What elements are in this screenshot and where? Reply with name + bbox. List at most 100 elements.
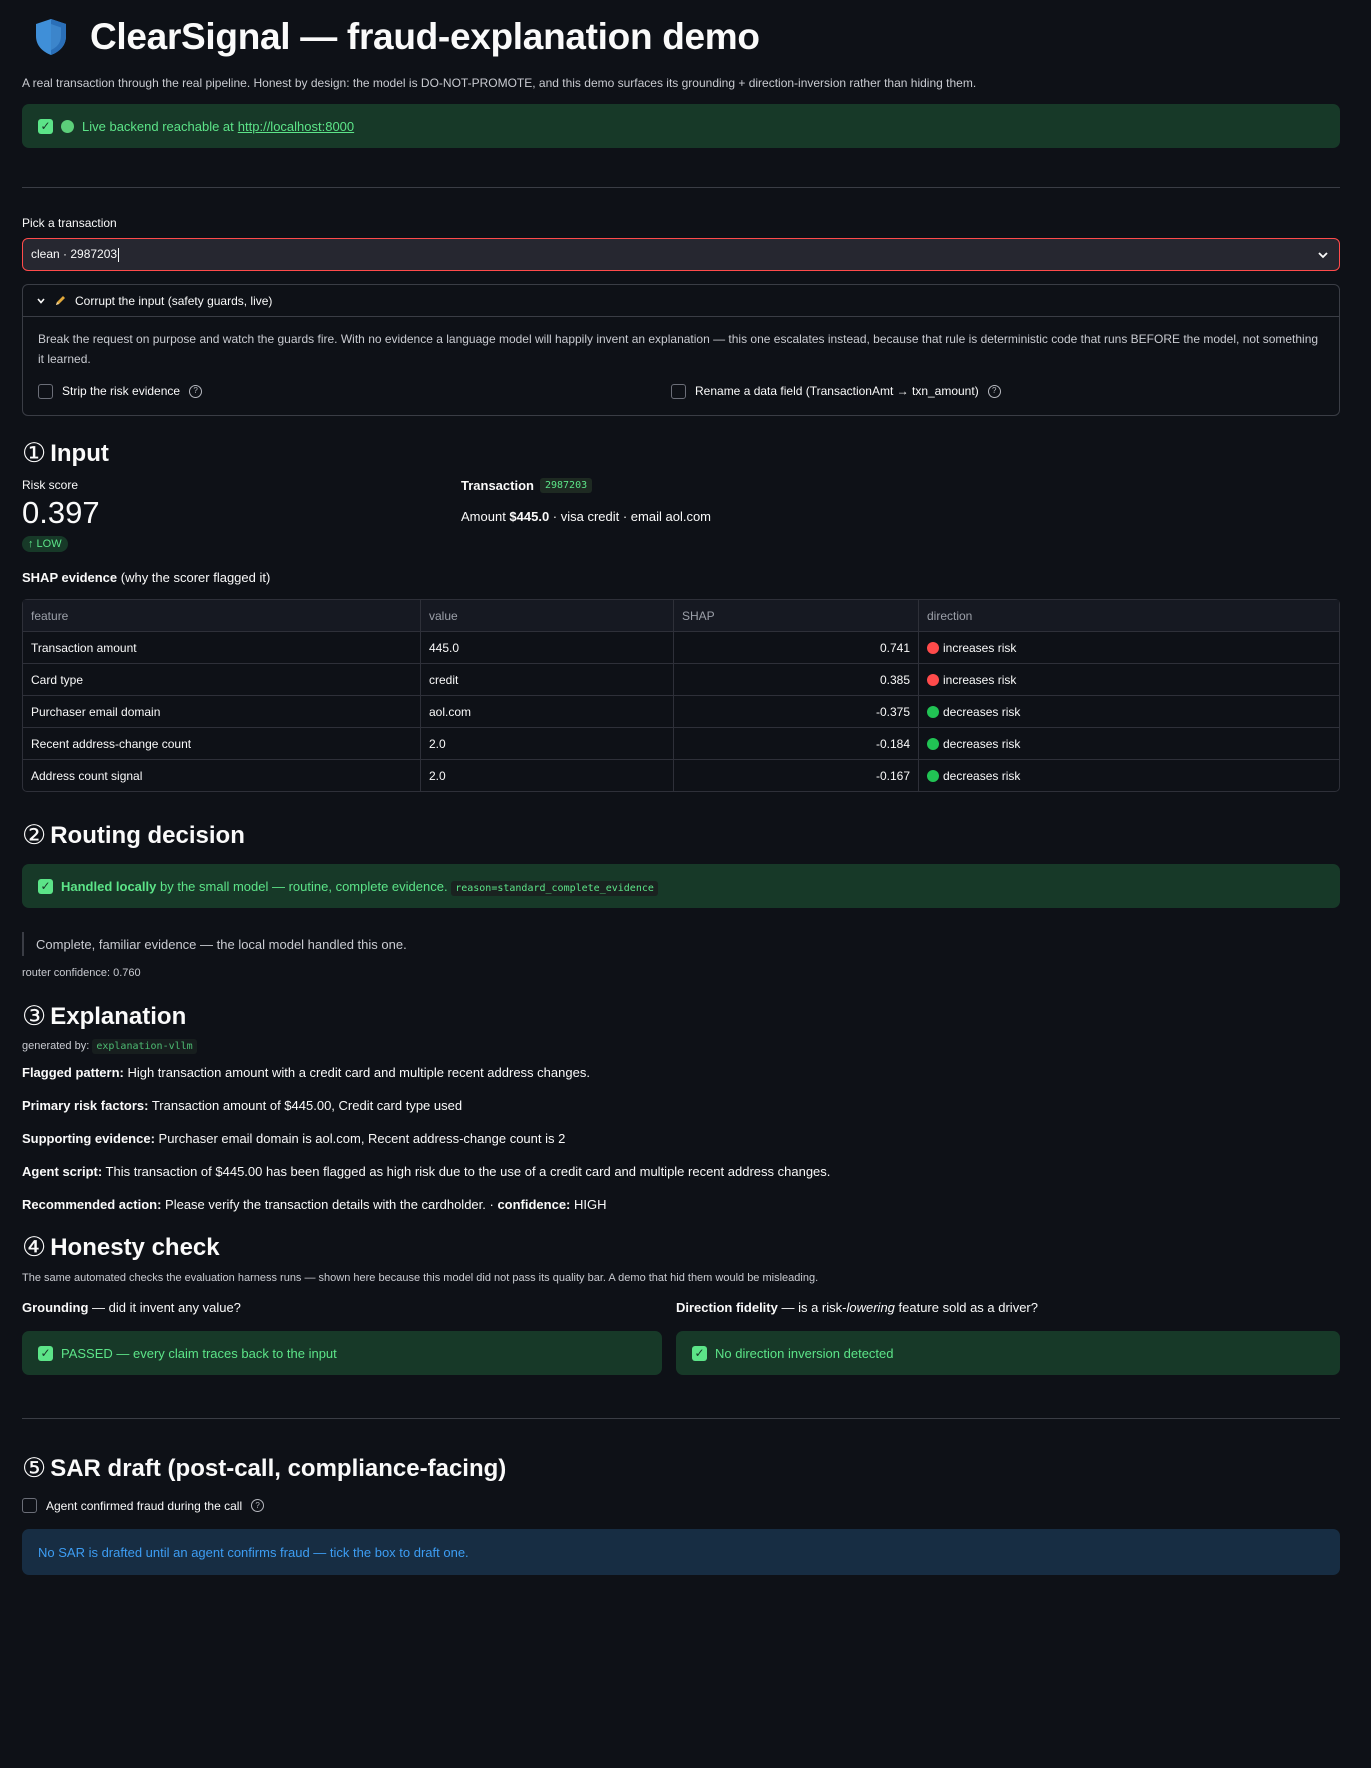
- shap-cell: 0.741: [674, 632, 919, 664]
- action-text: Please verify the transaction details wi…: [161, 1197, 498, 1212]
- shield-icon: [36, 19, 66, 55]
- generated-by: generated by: explanation-vllm: [22, 1039, 1340, 1054]
- header: ClearSignal — fraud-explanation demo: [22, 0, 1340, 74]
- table-row[interactable]: Recent address-change count 2.0 -0.184 decr…: [23, 728, 1339, 760]
- shap-table[interactable]: feature value SHAP direction Transaction…: [22, 599, 1340, 792]
- sar-info-text: No SAR is drafted until an agent confirm…: [38, 1544, 469, 1560]
- confidence-value: HIGH: [570, 1197, 607, 1212]
- direction-label: Direction fidelity: [676, 1300, 778, 1315]
- strip-evidence-option[interactable]: Strip the risk evidence ?: [38, 381, 671, 401]
- column-header[interactable]: SHAP: [674, 600, 919, 632]
- green-circle-icon: [927, 769, 939, 782]
- confirm-fraud-option[interactable]: Agent confirmed fraud during the call ?: [22, 1498, 1340, 1513]
- sar-info-alert: No SAR is drafted until an agent confirm…: [22, 1529, 1340, 1575]
- value-cell: aol.com: [421, 696, 674, 728]
- check-icon: ✓: [38, 1345, 53, 1361]
- router-confidence: router confidence: 0.760: [22, 967, 141, 979]
- expander-body-text: Break the request on purpose and watch t…: [38, 332, 1319, 366]
- section-number: ③: [22, 1001, 47, 1031]
- generated-by-model: explanation-vllm: [92, 1039, 197, 1054]
- rename-field-option[interactable]: Rename a data field (TransactionAmt → tx…: [671, 381, 1001, 401]
- chevron-down-icon: [1318, 251, 1328, 258]
- direction-cell: increases risk: [919, 632, 1339, 664]
- amount-value: $445.0: [509, 509, 550, 524]
- honesty-subtitle: The same automated checks the evaluation…: [22, 1272, 819, 1284]
- table-row[interactable]: Address count signal 2.0 -0.167 decreases r…: [23, 760, 1339, 791]
- page-subtitle: A real transaction through the real pipe…: [22, 76, 977, 90]
- table-row[interactable]: Transaction amount 445.0 0.741 increases ri…: [23, 632, 1339, 664]
- risk-score-label: Risk score: [22, 478, 79, 492]
- explanation-line-label: Flagged pattern:: [22, 1065, 124, 1080]
- check-icon: ✓: [692, 1345, 707, 1361]
- explanation-line-text: This transaction of $445.00 has been fla…: [102, 1164, 831, 1179]
- direction-text: increases risk: [943, 672, 1017, 687]
- strip-evidence-label: Strip the risk evidence: [62, 384, 181, 398]
- shap-cell: -0.375: [674, 696, 919, 728]
- shap-subtitle: (why the scorer flagged it): [117, 570, 271, 585]
- transaction-select[interactable]: clean · 2987203: [22, 238, 1340, 271]
- confirm-fraud-checkbox[interactable]: [22, 1498, 37, 1513]
- value-cell: credit: [421, 664, 674, 696]
- explanation-line-label: Primary risk factors:: [22, 1098, 149, 1113]
- section-number: ④: [22, 1232, 47, 1262]
- text-cursor: [118, 247, 120, 262]
- grounding-check: Grounding — did it invent any value? ✓ P…: [22, 1300, 662, 1375]
- column-header[interactable]: feature: [23, 600, 421, 632]
- transaction-label: Transaction: [461, 478, 534, 493]
- routing-reason: reason=standard_complete_evidence: [451, 880, 658, 896]
- section-title: SAR draft (post-call, compliance-facing): [50, 1454, 507, 1482]
- strip-evidence-checkbox[interactable]: [38, 383, 53, 399]
- explanation-line-label: Agent script:: [22, 1164, 103, 1179]
- help-icon[interactable]: ?: [189, 384, 203, 398]
- table-row[interactable]: Purchaser email domain aol.com -0.375 decre…: [23, 696, 1339, 728]
- amount-prefix: Amount: [461, 509, 510, 524]
- direction-text: decreases risk: [943, 768, 1021, 783]
- rename-field-checkbox[interactable]: [671, 383, 686, 399]
- direction-question-2: feature sold as a driver?: [894, 1300, 1038, 1315]
- backend-url-link[interactable]: http://localhost:8000: [238, 119, 354, 134]
- routing-decision-alert: ✓ Handled locally by the small model — r…: [22, 864, 1340, 908]
- value-cell: 445.0: [421, 632, 674, 664]
- risk-level-badge: ↑ LOW: [22, 536, 68, 552]
- risk-score-value: 0.397: [22, 495, 100, 530]
- direction-question-em: lowering: [846, 1300, 895, 1315]
- column-header[interactable]: value: [421, 600, 674, 632]
- section-title: Routing decision: [50, 821, 245, 849]
- section-title: Explanation: [50, 1002, 187, 1030]
- help-icon[interactable]: ?: [251, 1499, 265, 1512]
- section-number: ①: [22, 438, 47, 468]
- confirm-fraud-label: Agent confirmed fraud during the call: [46, 1498, 243, 1513]
- grounding-label: Grounding: [22, 1300, 89, 1315]
- section-sar-heading: ⑤ SAR draft (post-call, compliance-facing…: [22, 1453, 1340, 1484]
- green-circle-icon: [61, 119, 74, 133]
- expander-header[interactable]: Corrupt the input (safety guards, live): [23, 285, 1339, 317]
- direction-text: increases risk: [943, 640, 1017, 655]
- page-title: ClearSignal — fraud-explanation demo: [90, 16, 760, 57]
- direction-cell: increases risk: [919, 664, 1339, 696]
- recommended-action: Recommended action: Please verify the tr…: [22, 1197, 1340, 1230]
- picker-label: Pick a transaction: [22, 216, 117, 230]
- section-title: Input: [50, 439, 109, 467]
- transaction-summary: Transaction 2987203 Amount $445.0 · visa…: [461, 478, 711, 552]
- transaction-id: 2987203: [539, 478, 593, 493]
- explanation-line: Primary risk factors: Transaction amount…: [22, 1098, 1340, 1131]
- value-cell: 2.0: [421, 728, 674, 760]
- table-row[interactable]: Card type credit 0.385 increases risk: [23, 664, 1339, 696]
- shap-heading: SHAP evidence (why the scorer flagged it…: [22, 570, 1340, 585]
- column-header[interactable]: direction: [919, 600, 1339, 632]
- help-icon[interactable]: ?: [987, 384, 1001, 398]
- direction-cell: decreases risk: [919, 728, 1339, 760]
- explanation-line: Agent script: This transaction of $445.0…: [22, 1164, 1340, 1197]
- grounding-question: — did it invent any value?: [88, 1300, 241, 1315]
- check-icon: ✓: [38, 118, 53, 134]
- direction-result: No direction inversion detected: [715, 1345, 894, 1361]
- transaction-rest: · visa credit · email aol.com: [549, 509, 712, 524]
- green-circle-icon: [927, 705, 939, 718]
- green-circle-icon: [927, 737, 939, 750]
- red-circle-icon: [927, 641, 939, 654]
- feature-cell: Card type: [23, 664, 421, 696]
- section-routing-heading: ② Routing decision: [22, 820, 1340, 851]
- transaction-select-value: clean · 2987203: [31, 247, 118, 262]
- risk-score-metric: Risk score 0.397 ↑ LOW: [22, 478, 461, 552]
- shap-title: SHAP evidence: [22, 570, 118, 585]
